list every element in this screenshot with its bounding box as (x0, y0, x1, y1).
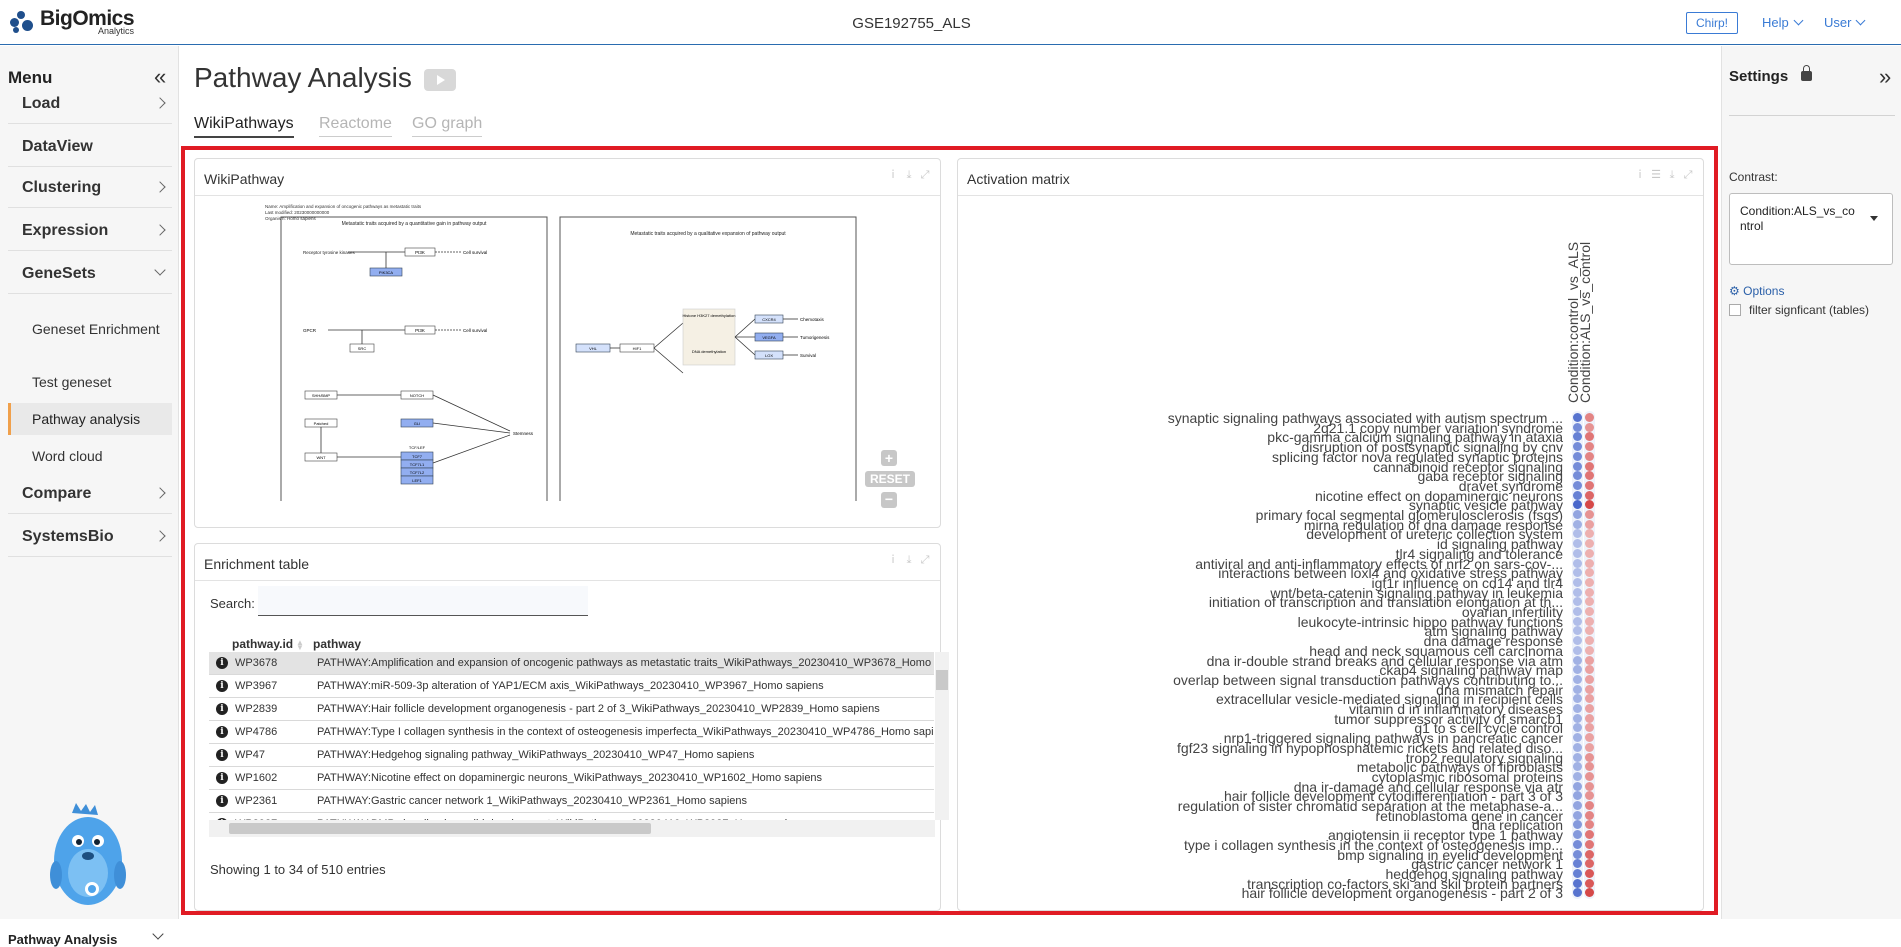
sidebar-subitem-label: Pathway analysis (32, 411, 141, 427)
tab-reactome[interactable]: Reactome (319, 115, 392, 137)
filter-significant-checkbox[interactable] (1729, 304, 1741, 316)
sidebar-item-dataview[interactable]: DataView (8, 127, 172, 167)
user-label: User (1824, 15, 1852, 30)
chevron-right-icon (154, 530, 166, 542)
chevron-right-icon (154, 224, 166, 236)
chevron-down-icon (154, 264, 166, 276)
settings-panel: Settings » Contrast: Condition:ALS_vs_co… (1721, 46, 1901, 919)
play-video-button[interactable] (424, 69, 456, 91)
options-toggle[interactable]: ⚙ Options (1729, 284, 1784, 298)
caret-down-icon (1870, 216, 1878, 221)
gear-icon: ⚙ (1729, 284, 1740, 298)
sidebar-subitem-label: Geneset Enrichment (32, 321, 160, 337)
sidebar-item-label: Compare (22, 485, 92, 502)
chevron-right-icon (154, 97, 166, 109)
top-bar: BigOmics Analytics GSE192755_ALS Chirp! … (0, 0, 1901, 45)
sidebar-subitem-test-geneset[interactable]: Test geneset (8, 374, 172, 390)
sidebar-item-label: Load (22, 95, 61, 112)
sidebar-item-label: Expression (22, 222, 109, 239)
sidebar-item-compare[interactable]: Compare (8, 474, 172, 514)
filter-significant-label: filter signficant (tables) (1749, 303, 1870, 317)
options-label: Options (1743, 284, 1785, 298)
sidebar-item-load[interactable]: Load (8, 84, 172, 124)
left-sidebar: Menu « Load DataView Clustering Expressi… (0, 46, 179, 947)
sidebar-item-label: DataView (22, 138, 93, 155)
contrast-select[interactable]: Condition:ALS_vs_control (1729, 193, 1893, 265)
collapse-settings-icon[interactable]: » (1879, 64, 1891, 90)
help-menu[interactable]: Help (1762, 15, 1804, 30)
chevron-right-icon (154, 487, 166, 499)
sidebar-item-label: Clustering (22, 179, 102, 196)
current-page-label: Pathway Analysis (8, 932, 118, 947)
highlight-frame (181, 146, 1718, 915)
contrast-label: Contrast: (1729, 170, 1778, 184)
sidebar-item-label: SystemsBio (22, 528, 114, 545)
chevron-down-icon (1793, 15, 1804, 26)
sidebar-item-genesets[interactable]: GeneSets (8, 254, 172, 294)
sidebar-item-label: GeneSets (22, 265, 96, 282)
chevron-down-icon (1856, 15, 1866, 26)
tab-go-graph[interactable]: GO graph (412, 115, 483, 137)
sidebar-subitem-geneset-enrichment[interactable]: Geneset Enrichment (8, 321, 172, 337)
sidebar-item-systemsbio[interactable]: SystemsBio (8, 517, 172, 557)
mascot-icon (50, 803, 126, 905)
sidebar-subitem-label: Word cloud (32, 448, 103, 464)
sidebar-item-clustering[interactable]: Clustering (8, 168, 172, 208)
sidebar-subitem-label: Test geneset (32, 374, 112, 390)
chirp-button[interactable]: Chirp! (1686, 12, 1739, 34)
chevron-right-icon (154, 181, 166, 193)
settings-title: Settings (1729, 68, 1789, 85)
chevron-down-icon[interactable] (152, 928, 164, 940)
user-menu[interactable]: User (1824, 15, 1866, 30)
sidebar-item-expression[interactable]: Expression (8, 211, 172, 251)
sidebar-subitem-word-cloud[interactable]: Word cloud (8, 448, 172, 464)
tab-wikipathways[interactable]: WikiPathways (194, 115, 294, 138)
contrast-value: Condition:ALS_vs_control (1740, 204, 1855, 233)
help-label: Help (1762, 15, 1789, 30)
project-name: GSE192755_ALS (852, 15, 971, 32)
sidebar-subitem-pathway-analysis[interactable]: Pathway analysis (8, 403, 172, 435)
page-title: Pathway Analysis (194, 62, 412, 93)
lock-icon[interactable] (1801, 65, 1812, 81)
